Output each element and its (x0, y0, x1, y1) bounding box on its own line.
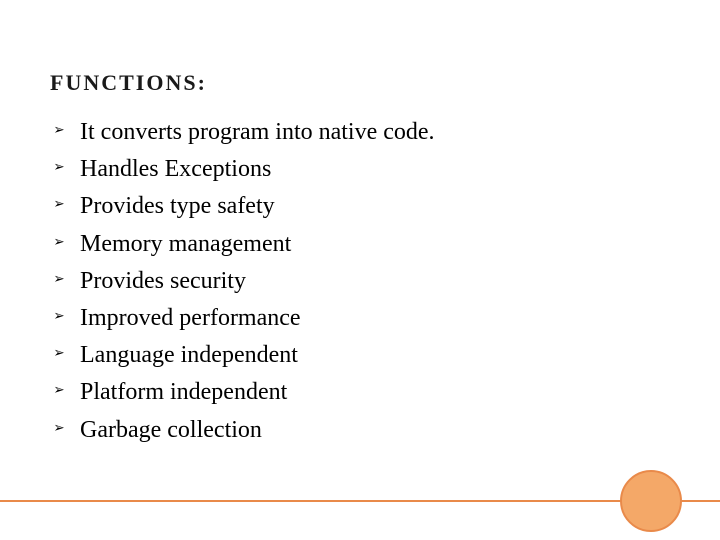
list-item-text: Garbage collection (80, 417, 262, 443)
footer-circle-icon (620, 470, 682, 532)
footer-divider (0, 500, 720, 502)
bullet-marker-icon: ➢ (54, 226, 65, 263)
bullet-marker-icon: ➢ (54, 300, 65, 337)
list-item-text: Memory management (80, 231, 291, 257)
bullet-marker-icon: ➢ (54, 151, 65, 188)
list-item-text: It converts program into native code. (80, 119, 435, 145)
list-item: ➢ Improved performance (54, 300, 670, 337)
list-item-text: Provides security (80, 268, 246, 294)
list-item: ➢ Memory management (54, 226, 670, 263)
list-item-text: Platform independent (80, 379, 287, 405)
list-item: ➢ Garbage collection (54, 412, 670, 449)
list-item: ➢ Platform independent (54, 374, 670, 411)
bullet-marker-icon: ➢ (54, 114, 65, 151)
list-item: ➢ Provides type safety (54, 188, 670, 225)
slide-heading: FUNCTIONS: (50, 70, 670, 96)
bullet-list: ➢ It converts program into native code. ➢… (54, 114, 670, 449)
list-item-text: Provides type safety (80, 193, 275, 219)
list-item: ➢ Language independent (54, 337, 670, 374)
list-item: ➢ Provides security (54, 263, 670, 300)
bullet-marker-icon: ➢ (54, 188, 65, 225)
list-item-text: Language independent (80, 342, 298, 368)
list-item-text: Improved performance (80, 305, 301, 331)
list-item: ➢ Handles Exceptions (54, 151, 670, 188)
slide: FUNCTIONS: ➢ It converts program into nat… (0, 0, 720, 540)
bullet-marker-icon: ➢ (54, 374, 65, 411)
bullet-marker-icon: ➢ (54, 337, 65, 374)
bullet-marker-icon: ➢ (54, 412, 65, 449)
bullet-marker-icon: ➢ (54, 263, 65, 300)
list-item: ➢ It converts program into native code. (54, 114, 670, 151)
list-item-text: Handles Exceptions (80, 156, 271, 182)
